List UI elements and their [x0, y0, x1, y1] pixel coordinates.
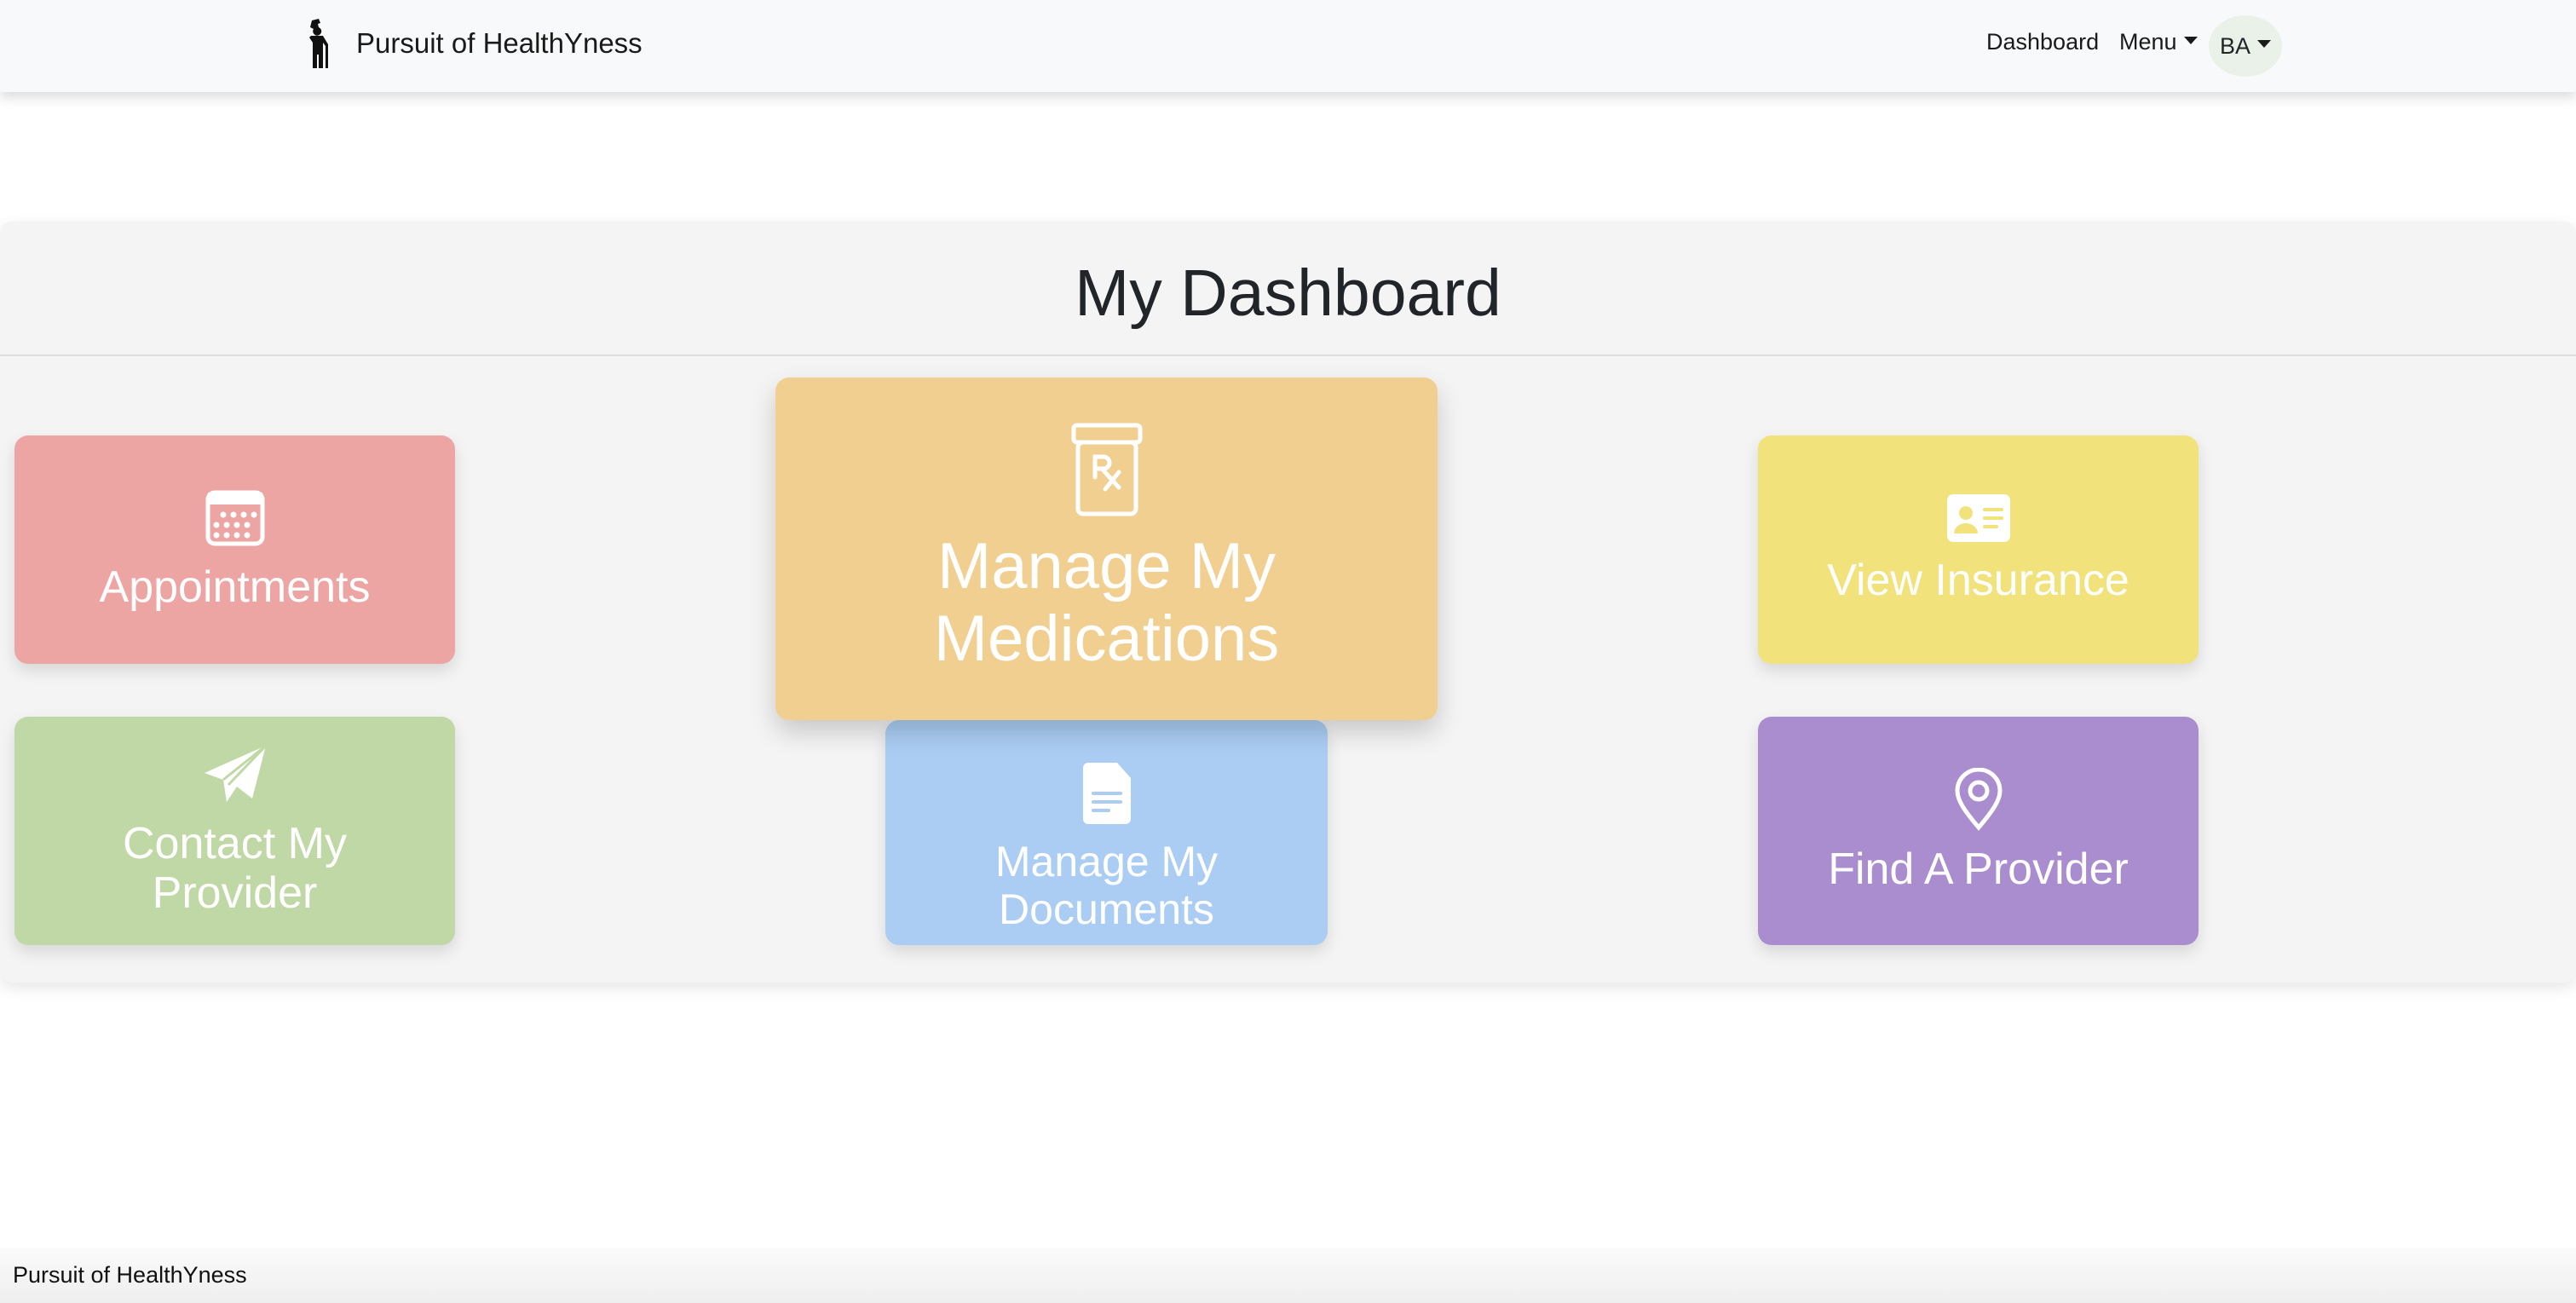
calendar-icon	[205, 490, 264, 546]
navbar: Pursuit of HealthYness Dashboard Menu BA	[0, 0, 2576, 92]
documents-card[interactable]: Manage My Documents	[885, 720, 1328, 945]
divider	[0, 355, 2576, 356]
find-provider-card[interactable]: Find A Provider	[1758, 717, 2199, 945]
user-menu-dropdown[interactable]: BA	[2209, 15, 2282, 77]
card-label: Contact My Provider	[123, 818, 347, 918]
card-label: View Insurance	[1827, 555, 2129, 605]
card-label: Find A Provider	[1828, 844, 2129, 894]
brand-link[interactable]: Pursuit of HealthYness	[305, 17, 643, 70]
appointments-card[interactable]: Appointments	[14, 435, 455, 664]
card-label: Manage My Medications	[933, 529, 1280, 675]
medications-card[interactable]: Manage My Medications	[775, 378, 1438, 720]
paper-plane-icon	[204, 744, 267, 802]
card-label: Appointments	[99, 562, 371, 612]
menu-label: Menu	[2119, 29, 2177, 55]
insurance-card[interactable]: View Insurance	[1758, 435, 2199, 664]
map-pin-icon	[1954, 767, 2003, 831]
nav-dashboard-link[interactable]: Dashboard	[1986, 29, 2099, 55]
footer-text: Pursuit of HealthYness	[13, 1262, 247, 1288]
document-icon	[1082, 763, 1131, 824]
elderly-person-logo-icon	[309, 19, 328, 68]
card-label: Manage My Documents	[994, 838, 1219, 933]
prescription-bottle-icon	[1071, 423, 1142, 516]
caret-down-icon	[2183, 37, 2198, 45]
brand-name: Pursuit of HealthYness	[356, 27, 643, 59]
contact-provider-card[interactable]: Contact My Provider	[14, 717, 455, 945]
id-card-icon	[1946, 493, 2010, 542]
nav-menu-dropdown[interactable]: Menu	[2119, 29, 2198, 55]
footer: Pursuit of HealthYness	[0, 1248, 2576, 1303]
user-initials: BA	[2219, 32, 2251, 59]
page-title: My Dashboard	[1075, 257, 1501, 330]
caret-down-icon	[2257, 39, 2272, 48]
